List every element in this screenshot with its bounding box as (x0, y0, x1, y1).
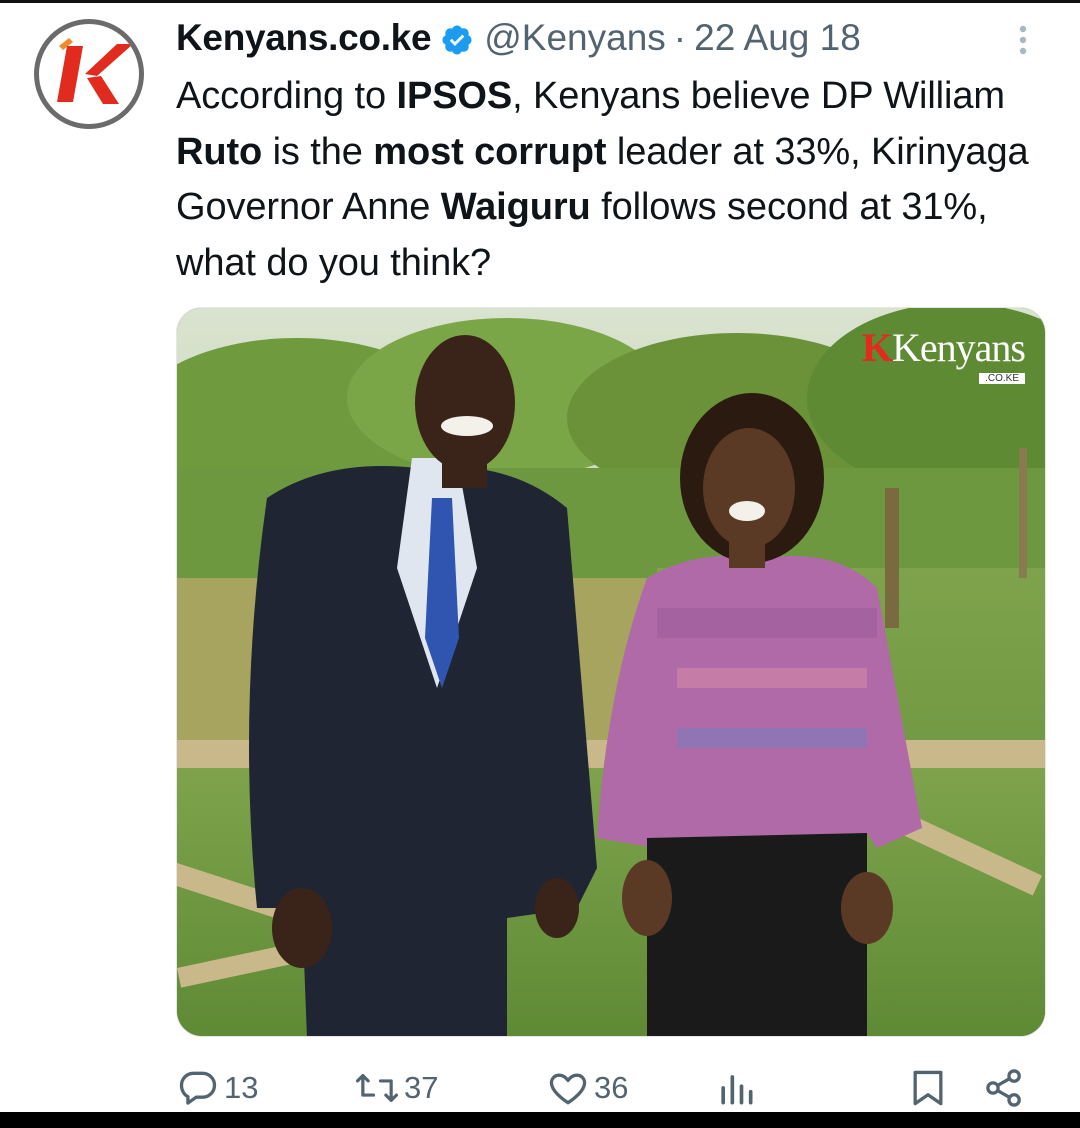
watermark-sub: .CO.KE (979, 373, 1025, 384)
reply-button[interactable]: 13 (176, 1062, 258, 1114)
watermark-brand: KKenyans (861, 325, 1026, 370)
top-edge-bar (0, 0, 1080, 3)
text-segment-bold: Waiguru (440, 186, 591, 228)
tweet-header: Kenyans.co.ke @Kenyans · 22 Aug 18 (176, 14, 861, 62)
repost-count: 37 (404, 1070, 439, 1105)
reply-icon (179, 1071, 217, 1105)
text-segment-bold: IPSOS (396, 75, 513, 117)
analytics-icon (721, 1075, 753, 1105)
share-icon (986, 1069, 1021, 1107)
tweet-photo[interactable]: KKenyans .CO.KE (176, 307, 1046, 1037)
text-segment: According to (176, 75, 397, 117)
tweet-date[interactable]: 22 Aug 18 (694, 17, 861, 59)
kenyans-k-logo-icon (57, 38, 133, 104)
bookmark-icon (913, 1070, 943, 1106)
handle[interactable]: @Kenyans (484, 17, 666, 59)
display-name[interactable]: Kenyans.co.ke (176, 17, 432, 59)
watermark-k: K (861, 325, 893, 370)
photo-illustration (177, 308, 1045, 1036)
separator-dot: · (673, 17, 687, 58)
repost-button[interactable]: 37 (354, 1062, 438, 1114)
action-bar: 13 37 36 (176, 1062, 1046, 1114)
watermark-brand-text: Kenyans (892, 325, 1026, 370)
reply-count: 13 (224, 1070, 259, 1105)
heart-icon (549, 1073, 587, 1105)
views-button[interactable] (714, 1062, 758, 1114)
bottom-edge-bar (0, 1112, 1080, 1128)
text-segment: , Kenyans believe DP William (512, 75, 1005, 117)
tweet-text: According to IPSOS, Kenyans believe DP W… (176, 69, 1036, 291)
bookmark-button[interactable] (906, 1062, 950, 1114)
text-segment: is the (262, 130, 374, 173)
more-options-icon[interactable] (1006, 20, 1040, 60)
like-count: 36 (594, 1070, 629, 1105)
text-segment-bold: most corrupt (373, 130, 607, 173)
repost-icon (355, 1074, 399, 1102)
avatar[interactable] (34, 19, 144, 129)
verified-badge-icon (442, 24, 472, 55)
text-segment-bold: Ruto (176, 130, 263, 173)
share-button[interactable] (982, 1062, 1026, 1114)
like-button[interactable]: 36 (546, 1062, 628, 1114)
photo-watermark: KKenyans .CO.KE (861, 325, 1026, 386)
